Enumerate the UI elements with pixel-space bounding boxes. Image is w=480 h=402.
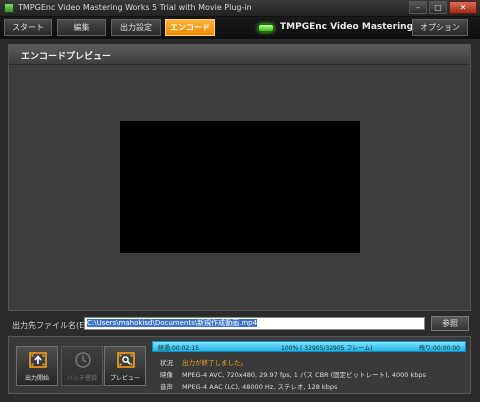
app-icon: [4, 3, 14, 13]
preview-label: プレビュー: [109, 375, 140, 382]
window-controls: – □ ✕: [409, 1, 477, 14]
audio-row: 音声 MPEG-4 AAC (LC), 48000 Hz, ステレオ, 128 k…: [160, 381, 337, 391]
output-file-input[interactable]: C:\Users\mahokisd\Documents\新規作成動画.mp4: [84, 317, 425, 330]
encode-progress-bar: 経過:00:02:15 100% ( 32905/32905 フレーム) 残り:…: [152, 341, 466, 352]
title-bar: TMPGEnc Video Mastering Works 5 Trial wi…: [0, 0, 480, 17]
preview-button[interactable]: プレビュー: [104, 346, 146, 386]
close-button[interactable]: ✕: [449, 1, 477, 14]
video-value: MPEG-4 AVC, 720x480, 29.97 fps, 1 パス CBR…: [182, 371, 426, 379]
panel-title: エンコードプレビュー: [21, 52, 112, 62]
remaining-time: 残り:00:00:00: [419, 345, 460, 352]
options-button[interactable]: オプション: [412, 19, 468, 36]
batch-register-button[interactable]: バッチ登録: [61, 346, 103, 386]
start-output-label: 出力開始: [24, 375, 49, 382]
maximize-button[interactable]: □: [429, 1, 447, 14]
video-key: 映像: [160, 371, 173, 379]
output-file-label: 出力先ファイル名(E): [12, 321, 88, 330]
tab-start[interactable]: スタート: [4, 19, 52, 36]
state-row: 状況 出力が終了しました。: [160, 357, 247, 367]
state-key: 状況: [160, 359, 173, 367]
browse-button[interactable]: 参照: [431, 316, 469, 331]
tab-edit[interactable]: 編集: [57, 19, 106, 36]
film-export-icon: [29, 352, 47, 368]
output-file-path: C:\Users\mahokisd\Documents\新規作成動画.mp4: [87, 319, 258, 327]
window-title: TMPGEnc Video Mastering Works 5 Trial wi…: [18, 3, 252, 12]
start-output-button[interactable]: 出力開始: [16, 346, 58, 386]
audio-key: 音声: [160, 383, 173, 391]
audio-value: MPEG-4 AAC (LC), 48000 Hz, ステレオ, 128 kbp…: [182, 383, 338, 391]
tab-encode[interactable]: エンコード: [165, 19, 215, 36]
video-preview: [120, 121, 360, 253]
progress-status: 100% ( 32905/32905 フレーム): [281, 345, 373, 352]
status-led-icon: [258, 24, 274, 32]
main-toolbar: スタート 編集 出力設定 エンコード TMPGEnc Video Masteri…: [0, 17, 480, 39]
tab-output-settings[interactable]: 出力設定: [111, 19, 161, 36]
clock-icon: [75, 352, 91, 368]
minimize-button[interactable]: –: [409, 1, 427, 14]
film-preview-icon: [117, 352, 135, 368]
video-row: 映像 MPEG-4 AVC, 720x480, 29.97 fps, 1 パス C…: [160, 369, 426, 379]
elapsed-time: 経過:00:02:15: [158, 345, 199, 352]
encode-preview-panel: エンコードプレビュー: [8, 44, 471, 311]
panel-header: エンコードプレビュー: [9, 45, 470, 65]
batch-register-label: バッチ登録: [66, 375, 97, 382]
state-value: 出力が終了しました。: [182, 359, 247, 367]
